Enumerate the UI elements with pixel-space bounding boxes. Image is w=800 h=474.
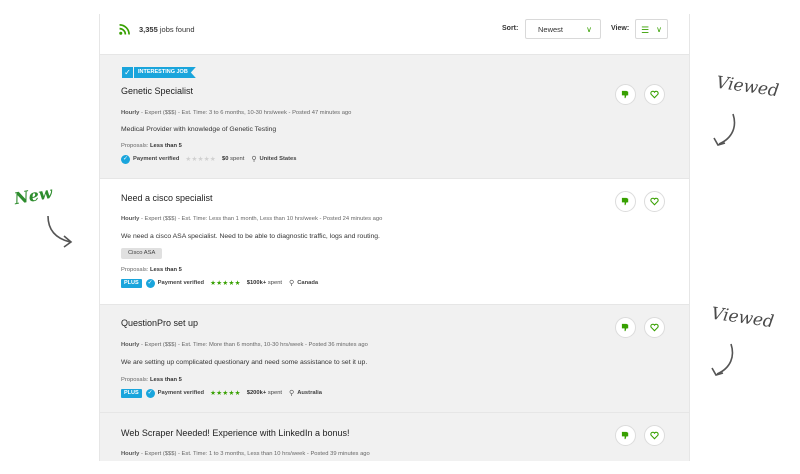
jobs-found-count: 3,355 jobs found [139, 25, 195, 34]
curved-arrow-icon [711, 343, 734, 376]
interesting-job-badge: ✓ INTERESTING JOB [122, 67, 196, 78]
skill-tag[interactable]: Cisco ASA [121, 248, 163, 259]
dislike-button[interactable] [615, 317, 636, 338]
viewed-annotation: Viewed [709, 303, 776, 333]
job-proposals: Proposals: Less than 5 [121, 143, 182, 149]
job-meta: Hourly - Expert ($$$) - Est. Time: Less … [121, 216, 383, 222]
job-tile[interactable]: Web Scraper Needed! Experience with Link… [100, 412, 689, 461]
client-info: PLUS ✓ Payment verified ★★★★★ $200k+ spe… [121, 388, 322, 398]
dislike-button[interactable] [615, 191, 636, 212]
chevron-down-icon: ∨ [656, 25, 662, 34]
job-proposals: Proposals: Less than 5 [121, 377, 182, 383]
job-meta: Hourly - Expert ($$$) - Est. Time: 3 to … [121, 110, 352, 116]
save-job-button[interactable] [644, 191, 665, 212]
thumbs-down-icon [621, 90, 629, 99]
job-meta: Hourly - Expert ($$$) - Est. Time: 1 to … [121, 451, 370, 457]
client-location: Australia [297, 390, 322, 396]
thumbs-down-icon [621, 197, 629, 206]
heart-icon [650, 323, 659, 332]
dislike-button[interactable] [615, 425, 636, 446]
client-spent: $0 spent [222, 156, 245, 162]
sort-dropdown[interactable]: Newest ∨ [525, 19, 601, 39]
client-info: ✓ Payment verified ★★★★★ $0 spent ⚲ Unit… [121, 154, 297, 164]
location-pin-icon: ⚲ [251, 156, 257, 163]
plus-badge: PLUS [121, 388, 142, 398]
client-spent: $100k+ spent [246, 280, 283, 286]
heart-icon [650, 431, 659, 440]
heart-icon [650, 197, 659, 206]
client-spent: $200k+ spent [246, 390, 283, 396]
list-view-icon: ☰ [641, 25, 650, 35]
sort-value: Newest [538, 25, 564, 34]
job-tile[interactable]: QuestionPro set up Hourly - Expert ($$$)… [100, 304, 689, 412]
job-feed-panel: 3,355 jobs found Sort: Newest ∨ View: ☰ … [99, 14, 690, 461]
job-title[interactable]: Web Scraper Needed! Experience with Link… [121, 428, 349, 438]
job-description: Medical Provider with knowledge of Genet… [121, 126, 277, 133]
job-title[interactable]: Need a cisco specialist [121, 193, 213, 203]
sort-label: Sort: [502, 25, 519, 32]
verified-check-icon: ✓ [145, 278, 155, 288]
rss-icon[interactable] [119, 24, 130, 35]
job-tile[interactable]: ✓ INTERESTING JOB Genetic Specialist Hou… [100, 54, 689, 178]
view-dropdown[interactable]: ☰ ∨ [635, 19, 668, 39]
job-tile[interactable]: Need a cisco specialist Hourly - Expert … [100, 178, 689, 304]
save-job-button[interactable] [644, 425, 665, 446]
job-meta: Hourly - Expert ($$$) - Est. Time: More … [121, 342, 368, 348]
save-job-button[interactable] [644, 84, 665, 105]
job-title[interactable]: QuestionPro set up [121, 318, 198, 328]
save-job-button[interactable] [644, 317, 665, 338]
chevron-down-icon: ∨ [586, 25, 592, 34]
curved-arrow-icon [47, 215, 73, 248]
new-annotation: New [12, 182, 54, 209]
client-rating: ★★★★★ [185, 156, 217, 163]
client-rating: ★★★★★ [210, 390, 241, 397]
thumbs-down-icon [621, 323, 629, 332]
client-location: Canada [297, 280, 319, 286]
job-description: We need a cisco ASA specialist. Need to … [121, 233, 380, 240]
heart-icon [650, 90, 659, 99]
check-icon: ✓ [122, 67, 133, 78]
page: 3,355 jobs found Sort: Newest ∨ View: ☰ … [0, 0, 800, 474]
curved-arrow-icon [713, 113, 736, 146]
location-pin-icon: ⚲ [289, 390, 295, 397]
dislike-button[interactable] [615, 84, 636, 105]
verified-check-icon: ✓ [121, 154, 130, 164]
job-description: We are setting up complicated questionar… [121, 359, 368, 366]
location-pin-icon: ⚲ [289, 280, 295, 287]
client-info: PLUS ✓ Payment verified ★★★★★ $100k+ spe… [121, 278, 318, 288]
client-location: United States [259, 156, 297, 162]
client-rating: ★★★★★ [210, 280, 241, 287]
plus-badge: PLUS [121, 278, 142, 288]
view-label: View: [611, 25, 630, 32]
viewed-annotation: Viewed [714, 72, 781, 102]
job-title[interactable]: Genetic Specialist [121, 86, 193, 96]
results-toolbar: 3,355 jobs found Sort: Newest ∨ View: ☰ … [100, 14, 689, 49]
job-proposals: Proposals: Less than 5 [121, 267, 182, 273]
thumbs-down-icon [621, 431, 629, 440]
verified-check-icon: ✓ [145, 388, 155, 398]
